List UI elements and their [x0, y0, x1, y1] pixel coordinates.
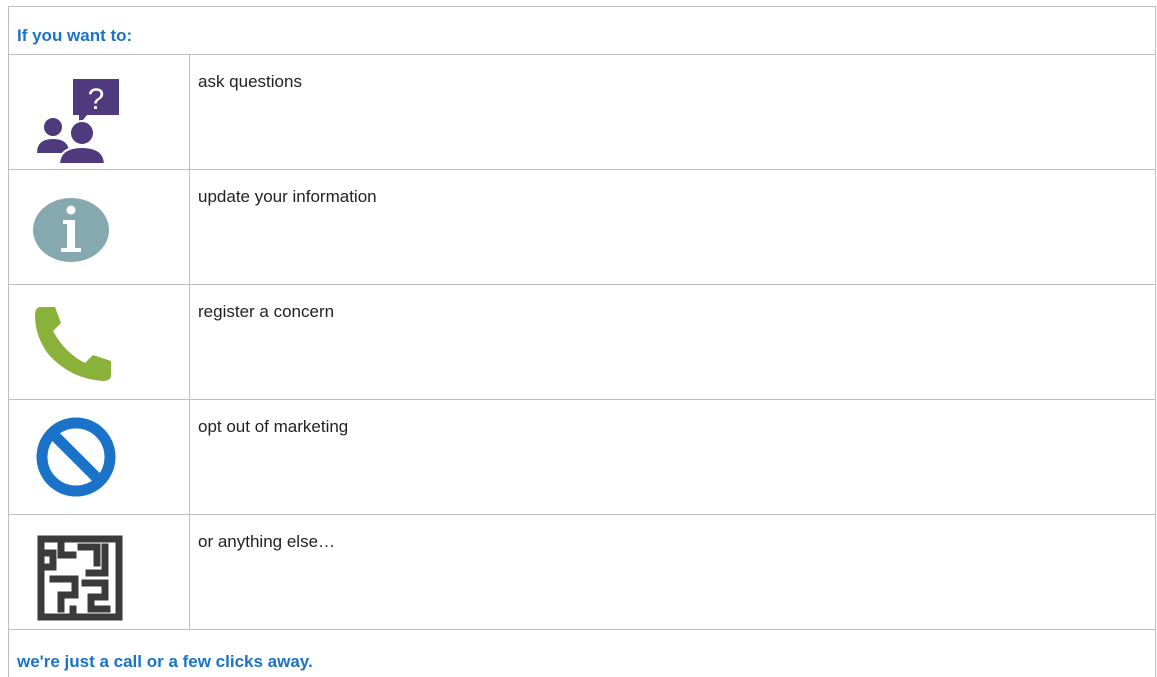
- icon-cell: ?: [9, 55, 190, 169]
- table-row-ask-questions: ? ask questions: [9, 55, 1155, 170]
- row-label: or anything else…: [198, 532, 336, 551]
- row-label: update your information: [198, 187, 377, 206]
- icon-cell: [9, 170, 190, 284]
- table-header-row: If you want to:: [9, 7, 1155, 55]
- icon-cell: [9, 285, 190, 399]
- table-header-title: If you want to:: [17, 26, 133, 45]
- info-icon: [33, 198, 109, 262]
- phone-icon: [35, 306, 111, 381]
- row-label: opt out of marketing: [198, 417, 349, 436]
- people-question-icon: ?: [37, 79, 119, 163]
- svg-text:?: ?: [88, 83, 105, 116]
- table-row-anything-else: or anything else…: [9, 515, 1155, 630]
- row-label: register a concern: [198, 302, 335, 321]
- table-row-update-information: update your information: [9, 170, 1155, 285]
- icon-cell: [9, 400, 190, 514]
- table-row-register-concern: register a concern: [9, 285, 1155, 400]
- row-label: ask questions: [198, 72, 302, 91]
- contact-options-table: If you want to: ? ask questions update y…: [8, 6, 1156, 677]
- maze-icon: [37, 535, 123, 621]
- table-footer-text: we're just a call or a few clicks away.: [17, 652, 313, 671]
- table-row-opt-out-marketing: opt out of marketing: [9, 400, 1155, 515]
- prohibited-icon: [36, 417, 116, 497]
- icon-cell: [9, 515, 190, 629]
